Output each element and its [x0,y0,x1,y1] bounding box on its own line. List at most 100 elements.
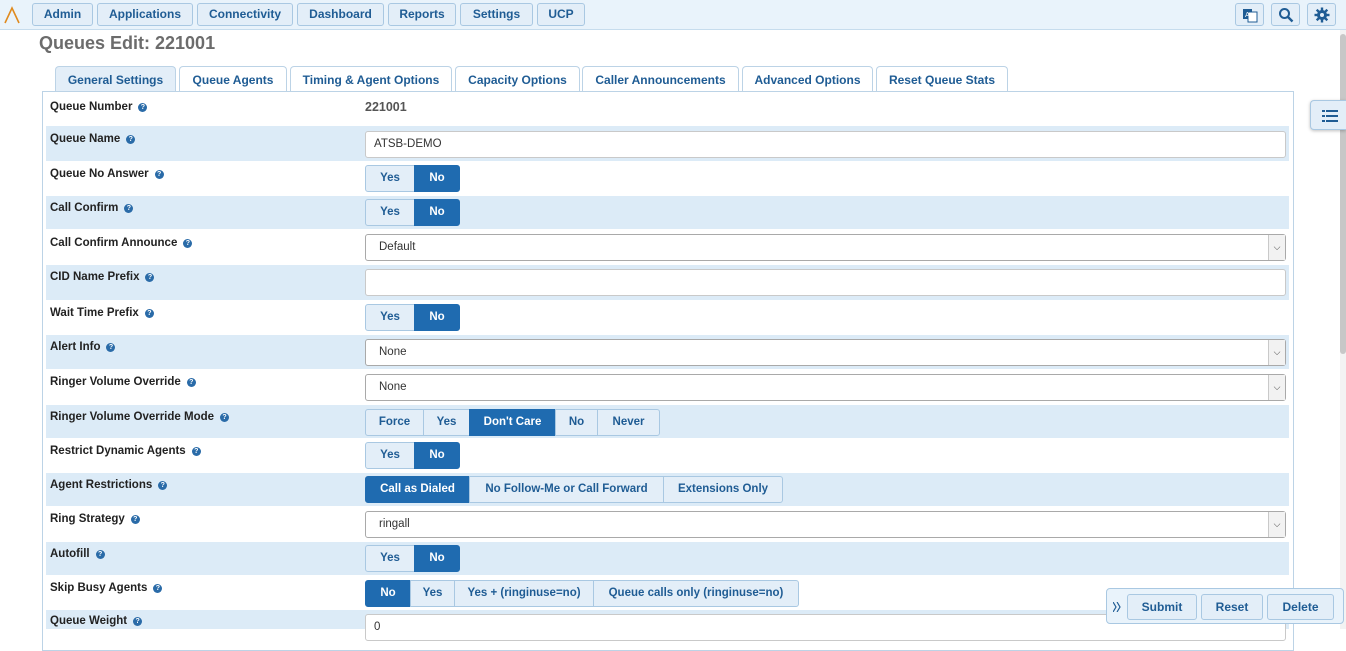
row-queue-weight: Queue Weight? 0 [46,610,1289,641]
agent-restrictions-toggle: Call as Dialed No Follow-Me or Call Forw… [365,476,783,503]
alert-info-select[interactable]: None ⌵ [365,339,1286,366]
queue-no-answer-yes[interactable]: Yes [365,165,415,192]
logo-icon[interactable] [4,6,20,24]
ringer-mode-no[interactable]: No [555,409,598,436]
alert-info-value: None [379,346,407,358]
restrict-dynamic-agents-no[interactable]: No [414,442,460,469]
restrict-dynamic-agents-yes[interactable]: Yes [365,442,415,469]
skip-busy-agents-yes-ringinuse[interactable]: Yes + (ringinuse=no) [454,580,594,607]
row-restrict-dynamic-agents: Restrict Dynamic Agents? Yes No [46,439,1289,472]
help-icon[interactable]: ? [145,273,155,282]
row-ring-strategy: Ring Strategy? ringall ⌵ [46,507,1289,541]
help-icon[interactable]: ? [124,204,134,213]
list-icon [1322,110,1338,122]
reset-button[interactable]: Reset [1201,594,1263,620]
cid-name-prefix-label: CID Name Prefix? [50,271,155,283]
autofill-no[interactable]: No [414,545,460,572]
skip-busy-agents-queue-calls-only[interactable]: Queue calls only (ringinuse=no) [593,580,799,607]
chevron-down-icon[interactable]: ⌵ [1268,512,1285,537]
skip-busy-agents-no[interactable]: No [365,580,411,607]
row-queue-name: Queue Name? ATSB-DEMO [46,126,1289,161]
skip-busy-agents-toggle: No Yes Yes + (ringinuse=no) Queue calls … [365,580,799,607]
nav-ucp[interactable]: UCP [537,3,585,26]
ringer-mode-dont-care[interactable]: Don't Care [469,409,556,436]
queue-no-answer-no[interactable]: No [414,165,460,192]
row-skip-busy-agents: Skip Busy Agents? No Yes Yes + (ringinus… [46,576,1289,609]
help-icon[interactable]: ? [186,378,196,387]
queue-name-label: Queue Name? [50,133,136,145]
tab-capacity-options[interactable]: Capacity Options [455,66,580,92]
restrict-dynamic-agents-label: Restrict Dynamic Agents? [50,445,201,457]
cid-name-prefix-input[interactable] [365,269,1286,296]
page-scrollbar-thumb[interactable] [1340,34,1346,354]
row-wait-time-prefix: Wait Time Prefix? Yes No [46,301,1289,334]
chevron-down-icon[interactable]: ⌵ [1268,340,1285,365]
collapse-icon[interactable] [1113,602,1121,612]
autofill-yes[interactable]: Yes [365,545,415,572]
search-button[interactable] [1271,3,1300,26]
delete-button[interactable]: Delete [1267,594,1334,620]
help-icon[interactable]: ? [144,309,154,318]
ringer-volume-override-mode-label: Ringer Volume Override Mode? [50,411,230,423]
language-button[interactable]: A [1235,3,1264,26]
call-confirm-announce-select[interactable]: Default ⌵ [365,234,1286,261]
help-icon[interactable]: ? [138,103,148,112]
tab-reset-queue-stats[interactable]: Reset Queue Stats [876,66,1008,92]
help-icon[interactable]: ? [158,481,168,490]
queue-no-answer-toggle: Yes No [365,165,460,192]
help-icon[interactable]: ? [106,343,116,352]
row-call-confirm: Call Confirm? Yes No [46,196,1289,229]
tab-caller-announcements[interactable]: Caller Announcements [582,66,739,92]
ringer-mode-force[interactable]: Force [365,409,424,436]
tab-advanced-options[interactable]: Advanced Options [742,66,873,92]
help-icon[interactable]: ? [95,550,105,559]
nav-dashboard[interactable]: Dashboard [297,3,384,26]
ringer-volume-override-label: Ringer Volume Override? [50,376,196,388]
ringer-mode-yes[interactable]: Yes [423,409,470,436]
ringer-mode-never[interactable]: Never [597,409,660,436]
ring-strategy-select[interactable]: ringall ⌵ [365,511,1286,538]
skip-busy-agents-yes[interactable]: Yes [410,580,455,607]
help-icon[interactable]: ? [191,447,201,456]
ringer-volume-override-mode-toggle: Force Yes Don't Care No Never [365,409,660,436]
queue-number-value: 221001 [365,100,407,114]
submit-button[interactable]: Submit [1127,594,1197,620]
help-icon[interactable]: ? [220,413,230,422]
nav-applications[interactable]: Applications [97,3,193,26]
help-icon[interactable]: ? [133,617,143,626]
help-icon[interactable]: ? [154,170,164,179]
nav-reports[interactable]: Reports [388,3,456,26]
agent-restrictions-no-follow-me[interactable]: No Follow-Me or Call Forward [469,476,664,503]
help-icon[interactable]: ? [130,515,140,524]
nav-settings[interactable]: Settings [460,3,533,26]
call-confirm-label: Call Confirm? [50,202,134,214]
ringer-volume-override-value: None [379,381,407,393]
agent-restrictions-extensions-only[interactable]: Extensions Only [663,476,783,503]
help-icon[interactable]: ? [183,239,193,248]
search-icon [1279,8,1294,23]
tab-general-settings[interactable]: General Settings [55,66,176,92]
call-confirm-yes[interactable]: Yes [365,199,415,226]
nav-admin[interactable]: Admin [32,3,93,26]
chevron-down-icon[interactable]: ⌵ [1268,235,1285,260]
alert-info-label: Alert Info? [50,341,116,353]
help-icon[interactable]: ? [153,584,163,593]
row-call-confirm-announce: Call Confirm Announce? Default ⌵ [46,230,1289,264]
row-agent-restrictions: Agent Restrictions? Call as Dialed No Fo… [46,473,1289,506]
tab-queue-agents[interactable]: Queue Agents [179,66,287,92]
queue-name-input[interactable]: ATSB-DEMO [365,131,1286,158]
call-confirm-no[interactable]: No [414,199,460,226]
settings-button[interactable] [1307,3,1336,26]
wait-time-prefix-yes[interactable]: Yes [365,304,415,331]
nav-connectivity[interactable]: Connectivity [197,3,293,26]
agent-restrictions-call-as-dialed[interactable]: Call as Dialed [365,476,470,503]
ringer-volume-override-select[interactable]: None ⌵ [365,374,1286,401]
chevron-down-icon[interactable]: ⌵ [1268,375,1285,400]
tab-timing-agent-options[interactable]: Timing & Agent Options [290,66,452,92]
wait-time-prefix-no[interactable]: No [414,304,460,331]
wait-time-prefix-toggle: Yes No [365,304,460,331]
side-menu-toggle[interactable] [1310,100,1346,130]
ring-strategy-label: Ring Strategy? [50,513,140,525]
help-icon[interactable]: ? [126,135,136,144]
row-autofill: Autofill? Yes No [46,542,1289,575]
